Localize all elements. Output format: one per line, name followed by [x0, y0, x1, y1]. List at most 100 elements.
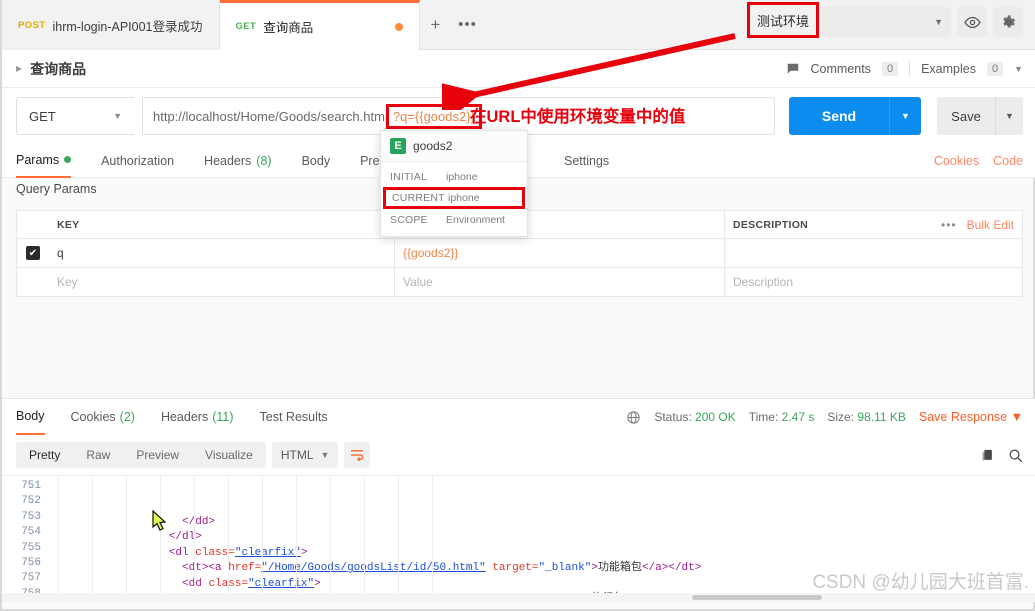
tab-authorization[interactable]: Authorization	[101, 144, 174, 178]
comments-label[interactable]: Comments	[811, 62, 871, 76]
save-response-button[interactable]: Save Response ▼	[919, 410, 1023, 424]
tabs-more-options-button[interactable]: •••	[452, 0, 484, 49]
watermark-label: CSDN @幼儿园大班首富.	[812, 572, 1029, 593]
status-value: 200 OK	[695, 410, 736, 424]
examples-count: 0	[986, 61, 1004, 76]
params-more-options-button[interactable]: •••	[941, 218, 957, 232]
view-pretty-button[interactable]: Pretty	[16, 442, 73, 468]
view-visualize-button[interactable]: Visualize	[192, 442, 266, 468]
tab-label: Params	[16, 152, 60, 167]
status-label: Status: 200 OK	[654, 410, 736, 424]
variable-name: goods2	[413, 139, 453, 153]
response-view-toolbar: Pretty Raw Preview Visualize HTML ▼	[2, 435, 1035, 475]
tab-method-label: GET	[235, 21, 257, 32]
copy-icon[interactable]	[980, 448, 995, 463]
bulk-edit-button[interactable]: Bulk Edit	[967, 218, 1014, 232]
code-line: <dl class="clearfix">	[168, 546, 308, 559]
row-checkbox[interactable]: ✔	[17, 239, 49, 267]
breadcrumb-actions: Comments 0 Examples 0 ▼	[786, 60, 1023, 77]
view-preview-button[interactable]: Preview	[123, 442, 192, 468]
code-link[interactable]: Code	[993, 154, 1023, 168]
table-row-empty: Key Value Description	[17, 268, 1022, 297]
chevron-down-icon: ▼	[934, 17, 943, 27]
examples-label[interactable]: Examples	[921, 62, 976, 76]
divider	[909, 60, 911, 77]
page-title: 查询商品	[30, 60, 87, 77]
response-tab-headers[interactable]: Headers (11)	[161, 399, 234, 435]
row-checkbox[interactable]	[17, 268, 49, 296]
row-key-input[interactable]: q	[49, 239, 395, 267]
eye-icon	[963, 16, 981, 28]
tab-settings[interactable]: Settings	[564, 144, 609, 178]
cookies-link[interactable]: Cookies	[934, 154, 979, 168]
tab-label: Body	[301, 153, 331, 168]
response-body-code[interactable]: 751752753754755756757758 </dd> </dl> <dl…	[2, 475, 1035, 602]
response-tab-body[interactable]: Body	[16, 399, 45, 435]
tab-label: Headers	[204, 153, 252, 168]
request-tab-get[interactable]: GET 查询商品	[219, 0, 420, 50]
variable-current-row: CURRENT iphone	[383, 187, 525, 209]
response-tabs-bar: Body Cookies (2) Headers (11) Test Results…	[2, 399, 1035, 435]
tab-label: Settings	[564, 153, 610, 168]
tab-headers[interactable]: Headers (8)	[204, 144, 272, 178]
row-key-input[interactable]: Key	[49, 268, 395, 296]
time-value: 2.47 s	[781, 410, 815, 424]
code-line-number: 751	[21, 480, 41, 492]
send-button[interactable]: Send	[789, 97, 889, 135]
code-line-number: 752	[21, 495, 41, 508]
response-language-selector[interactable]: HTML ▼	[271, 442, 339, 468]
search-icon[interactable]	[1008, 448, 1023, 463]
unsaved-changes-dot-icon	[394, 22, 403, 31]
chevron-down-icon: ▼	[113, 111, 122, 121]
environment-badge-icon: E	[390, 138, 406, 154]
gear-icon	[1002, 14, 1015, 27]
code-line-number: 754	[21, 526, 41, 539]
time-label: Time: 2.47 s	[748, 410, 815, 424]
row-value-input[interactable]: {{goods2}}	[395, 239, 725, 267]
url-base-text: http://localhost/Home/Goods/search.html	[153, 108, 388, 124]
response-view-group: Pretty Raw Preview Visualize	[16, 442, 266, 468]
response-tab-test-results[interactable]: Test Results	[260, 399, 328, 435]
send-options-button[interactable]: ▼	[889, 97, 921, 135]
code-line-number: 757	[21, 572, 41, 585]
environment-settings-button[interactable]	[993, 7, 1023, 37]
column-header-key: KEY	[49, 211, 395, 238]
size-label: Size: 98.11 KB	[827, 410, 906, 424]
new-tab-button[interactable]: +	[420, 0, 452, 49]
wrap-lines-button[interactable]	[344, 442, 371, 468]
globe-icon	[627, 410, 640, 424]
variable-tooltip: E goods2 INITIAL iphone CURRENT iphone S…	[380, 130, 528, 237]
tab-label: Authorization	[101, 153, 175, 168]
language-label: HTML	[280, 448, 314, 462]
code-line-number: 753	[21, 510, 41, 523]
comment-icon	[787, 63, 798, 74]
http-method-selector[interactable]: GET ▼	[16, 97, 134, 135]
environment-selector[interactable]: 测试环境 ▼	[747, 2, 951, 38]
http-method-label: GET	[29, 108, 56, 124]
request-tab-post[interactable]: POST ihrm-login-API001登录成功	[2, 0, 220, 50]
tab-params[interactable]: Params	[16, 144, 72, 178]
tab-title-label: ihrm-login-API001登录成功	[52, 19, 203, 34]
row-value-input[interactable]: Value	[395, 268, 725, 296]
expand-chevron-icon[interactable]: ▶	[16, 64, 22, 73]
row-description-input[interactable]: Description	[725, 268, 1022, 296]
chevron-down-icon[interactable]: ▼	[1014, 64, 1023, 74]
response-tab-cookies[interactable]: Cookies (2)	[71, 399, 135, 435]
tab-title-label: 查询商品	[263, 21, 314, 35]
scrollbar-thumb[interactable]	[692, 595, 822, 600]
save-button[interactable]: Save	[937, 97, 995, 135]
code-line: </dl>	[168, 531, 202, 544]
wrap-lines-icon	[351, 449, 364, 461]
row-description-input[interactable]	[725, 239, 1022, 267]
variable-tooltip-rows: INITIAL iphone CURRENT iphone SCOPE Envi…	[381, 162, 527, 236]
mouse-cursor-icon	[152, 510, 167, 531]
table-row: ✔ q {{goods2}}	[17, 239, 1022, 268]
save-options-button[interactable]: ▼	[995, 97, 1023, 135]
environment-selected-label: 测试环境	[747, 2, 820, 38]
horizontal-scrollbar[interactable]	[2, 593, 1035, 602]
view-raw-button[interactable]: Raw	[73, 442, 123, 468]
url-variable-text: ?q={{goods2}}	[385, 103, 482, 129]
header-checkbox-cell	[17, 211, 49, 238]
environment-quick-look-button[interactable]	[957, 7, 987, 37]
tab-body[interactable]: Body	[302, 144, 331, 178]
